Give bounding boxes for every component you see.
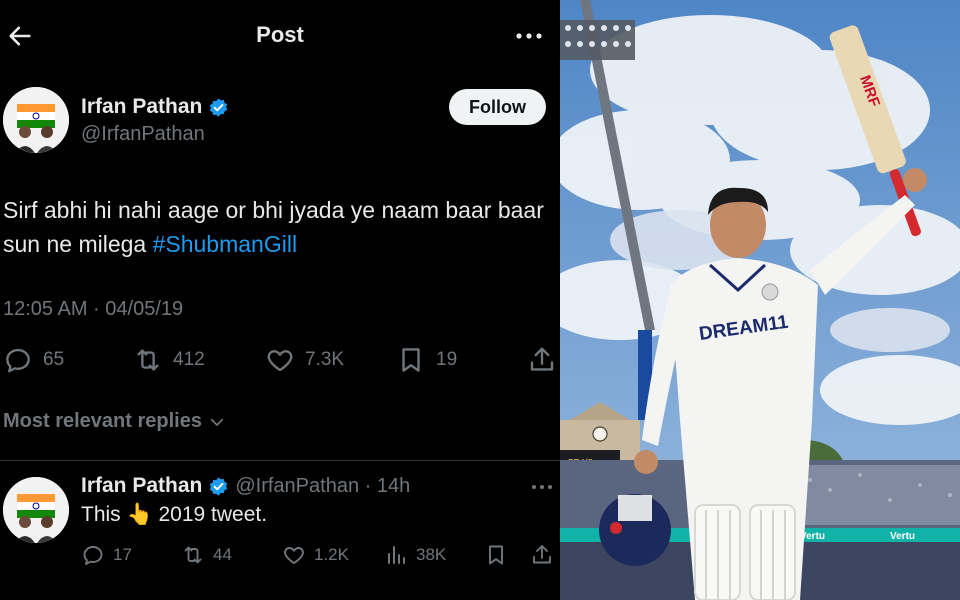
reply-count: 65 — [43, 349, 65, 370]
repost-count: 412 — [173, 349, 205, 370]
avatar[interactable] — [3, 87, 69, 153]
like-count: 7.3K — [305, 349, 345, 370]
verified-icon — [210, 97, 228, 117]
reply-reply-count: 17 — [113, 545, 132, 564]
reply-action[interactable]: 65 — [3, 342, 64, 378]
reply-author-name[interactable]: Irfan Pathan — [81, 474, 202, 498]
like-icon — [267, 350, 293, 372]
verified-icon — [210, 476, 228, 496]
repost-icon — [137, 349, 159, 371]
reply-views-action[interactable]: 38K — [384, 540, 446, 570]
reply-views-count: 38K — [416, 545, 447, 564]
reply-avatar[interactable] — [3, 477, 69, 543]
bookmark-icon — [489, 545, 503, 565]
photo-illustration: 574/8 Vertu Vertu MRF DREA — [560, 0, 960, 600]
share-action[interactable] — [527, 342, 557, 378]
reply-like-action[interactable]: 1.2K — [282, 540, 349, 570]
bookmark-count: 19 — [436, 349, 458, 370]
divider — [0, 460, 560, 461]
post-actions: 65 412 7.3K 19 — [0, 342, 560, 382]
reply-share-action[interactable] — [530, 540, 554, 570]
board-sponsor-text-2: Vertu — [890, 531, 915, 542]
post-panel: Post Irfan Pathan @IrfanPathan Follow Si… — [0, 0, 560, 600]
repost-icon — [184, 546, 202, 564]
views-icon — [388, 546, 405, 564]
follow-button[interactable]: Follow — [449, 89, 546, 125]
reply-like-count: 1.2K — [314, 545, 349, 564]
reply-meta[interactable]: @IrfanPathan · 14h — [235, 475, 410, 498]
replies-sort-label: Most relevant replies — [3, 410, 202, 432]
share-icon — [533, 545, 551, 564]
page-title: Post — [256, 22, 304, 47]
reply-header: Irfan Pathan @IrfanPathan · 14h — [81, 474, 410, 498]
reply-icon — [83, 546, 103, 565]
top-bar: Post — [0, 0, 560, 72]
chevron-down-icon — [210, 418, 224, 426]
reply-reply-action[interactable]: 17 — [81, 540, 132, 570]
share-icon — [530, 347, 554, 371]
reply-icon — [6, 348, 30, 373]
reply-actions: 17 44 1.2K 38K — [0, 540, 560, 572]
like-action[interactable]: 7.3K — [265, 342, 344, 378]
author-name[interactable]: Irfan Pathan — [81, 95, 202, 119]
replies-sort-toggle[interactable]: Most relevant replies — [3, 410, 226, 433]
more-icon[interactable] — [530, 478, 554, 496]
bookmark-icon — [402, 348, 420, 372]
author-handle[interactable]: @IrfanPathan — [81, 123, 205, 146]
post-text: Sirf abhi hi nahi aage or bhi jyada ye n… — [3, 193, 553, 261]
post-timestamp[interactable]: 12:05 AM · 04/05/19 — [3, 298, 183, 321]
like-icon — [284, 547, 304, 564]
bookmark-action[interactable]: 19 — [396, 342, 457, 378]
reply-repost-action[interactable]: 44 — [181, 540, 232, 570]
repost-action[interactable]: 412 — [133, 342, 205, 378]
reply-bookmark-action[interactable] — [484, 540, 508, 570]
cricket-photo: 574/8 Vertu Vertu MRF DREA — [560, 0, 960, 600]
author-name-row: Irfan Pathan — [81, 95, 229, 119]
more-icon[interactable] — [514, 24, 544, 48]
hashtag-link[interactable]: #ShubmanGill — [153, 231, 297, 257]
reply-text: This 👆 2019 tweet. — [81, 503, 268, 526]
reply-repost-count: 44 — [213, 545, 232, 564]
